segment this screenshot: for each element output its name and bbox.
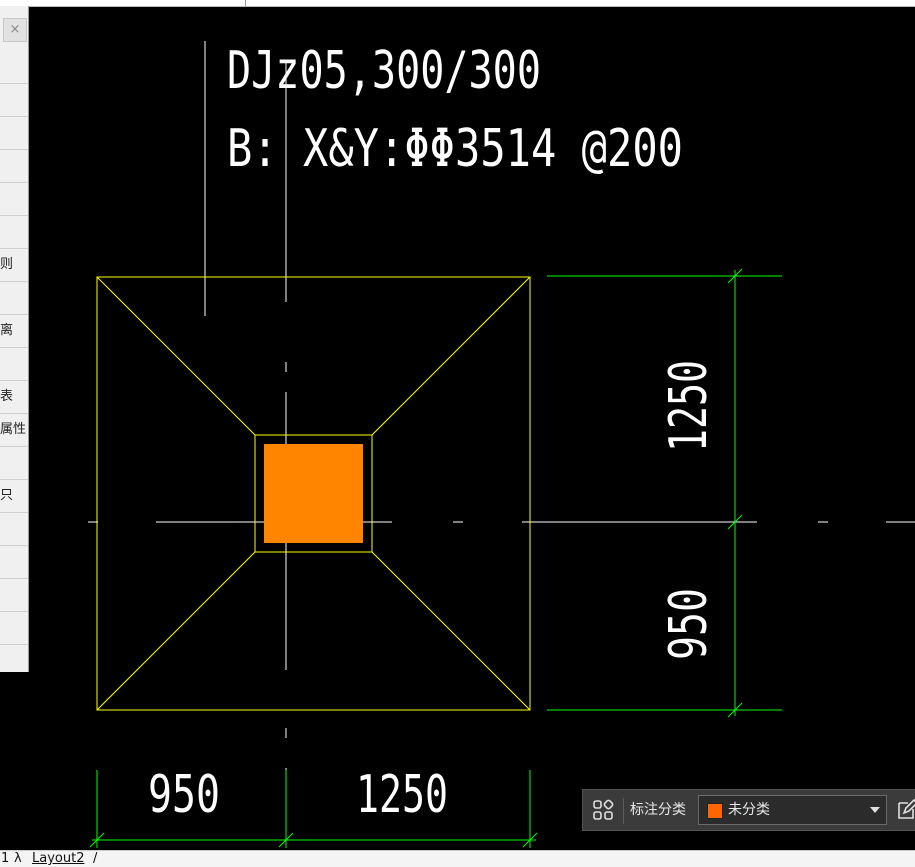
dim-text-right-top[interactable]: 1250 [659,360,719,452]
annotation-category-select[interactable]: 未分类 [698,795,887,825]
tab-model[interactable]: 1 [1,851,9,867]
palette-row[interactable] [0,644,28,672]
palette-row[interactable] [0,512,28,546]
palette-row[interactable] [0,182,28,216]
edit-icon[interactable] [895,798,915,822]
palette-row[interactable]: 则 [0,248,28,282]
footing-label-line2[interactable]: B: X&Y:ΦΦ3514 @200 [227,119,683,179]
palette-row[interactable] [0,215,28,249]
category-color-swatch [707,803,723,819]
chevron-down-icon[interactable] [870,807,880,813]
palette-row[interactable] [0,83,28,117]
toolbar-separator [623,798,624,824]
palette-row[interactable] [0,446,28,480]
palette-row[interactable]: 只 [0,479,28,513]
footing-label-line1[interactable]: DJz05,300/300 [227,41,541,101]
category-value: 未分类 [728,802,770,818]
palette-row[interactable] [0,611,28,645]
properties-palette[interactable]: × 则离表属性只 [0,6,29,672]
annotation-toolbar: 标注分类 未分类 [582,789,915,831]
palette-row[interactable] [0,116,28,150]
tab-layout1[interactable]: λ [14,851,22,867]
layout-tabs: 1 λ Layout2 / [0,850,915,867]
palette-close-button[interactable]: × [3,18,27,42]
dim-text-right-bottom[interactable]: 950 [659,588,719,660]
annotation-category-label: 标注分类 [630,802,686,818]
cad-viewport[interactable]: DJz05,300/300 B: X&Y:ΦΦ3514 @200 1250 95… [28,6,915,850]
palette-row[interactable]: 属性 [0,413,28,447]
palette-row[interactable] [0,347,28,381]
drawing-canvas[interactable]: DJz05,300/300 B: X&Y:ΦΦ3514 @200 1250 95… [28,6,915,850]
palette-row[interactable] [0,149,28,183]
tab-separator: / [93,851,98,866]
palette-row[interactable] [0,50,28,84]
palette-row[interactable] [0,545,28,579]
palette-row[interactable]: 表 [0,380,28,414]
grid-icon[interactable] [591,798,615,822]
palette-row[interactable]: 离 [0,314,28,348]
dim-text-bottom-left[interactable]: 950 [148,765,220,825]
column-fill[interactable] [264,444,363,543]
dim-text-bottom-right[interactable]: 1250 [356,765,448,825]
palette-row[interactable] [0,281,28,315]
tab-layout2[interactable]: Layout2 [32,851,84,867]
palette-row[interactable] [0,578,28,612]
